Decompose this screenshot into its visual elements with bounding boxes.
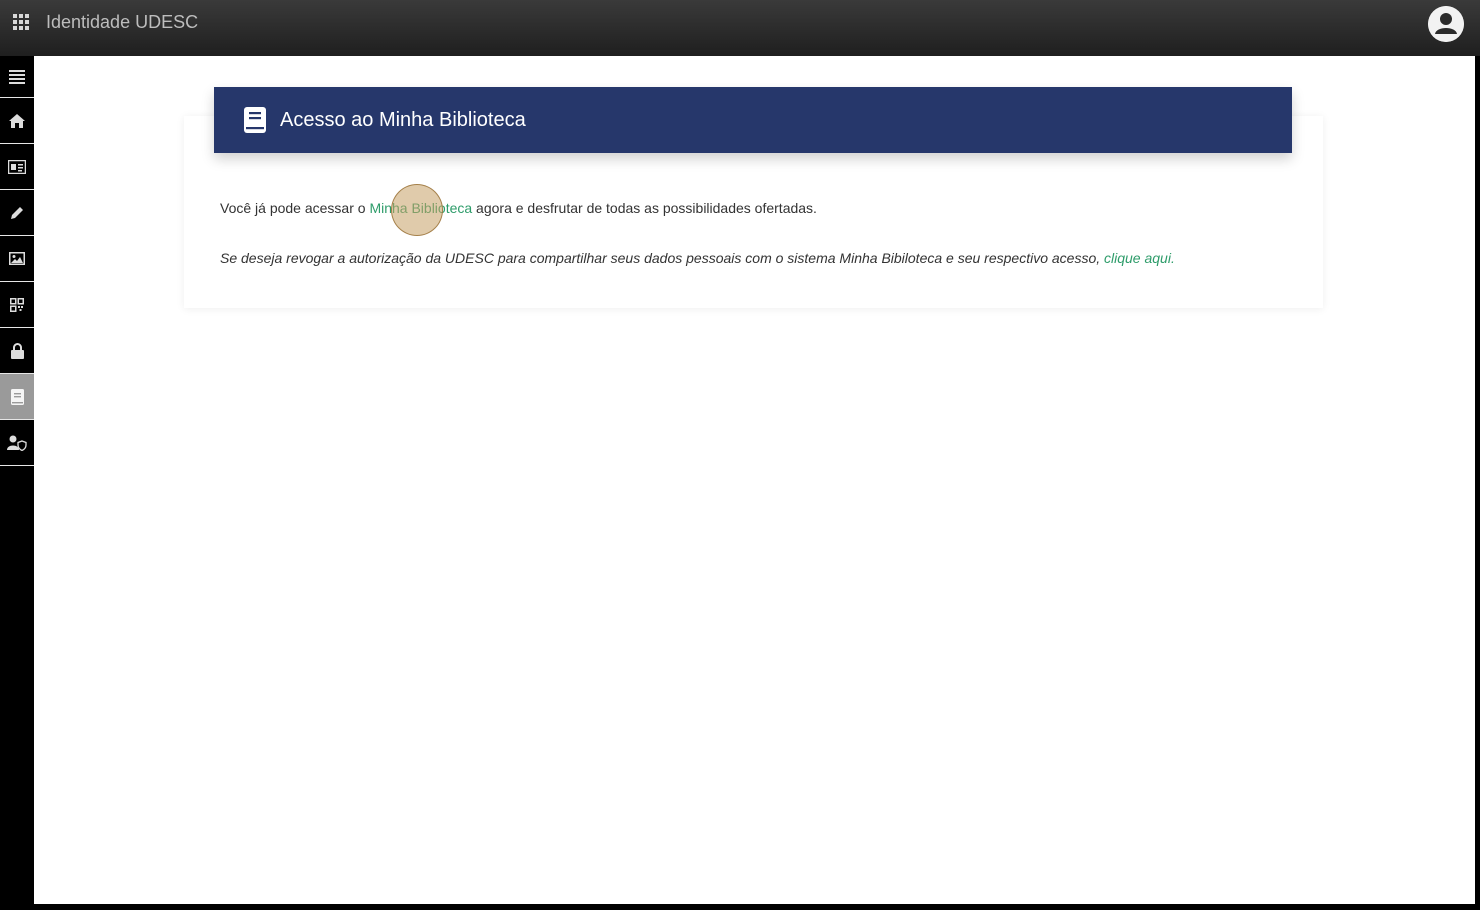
sidebar-item-home[interactable] xyxy=(0,98,34,144)
card-header: Acesso ao Minha Biblioteca xyxy=(214,87,1292,153)
top-bar: Identidade UDESC xyxy=(0,0,1480,56)
sidebar-item-security[interactable] xyxy=(0,328,34,374)
sidebar xyxy=(0,56,34,910)
apps-grid-icon[interactable] xyxy=(0,6,42,50)
sidebar-item-qr[interactable] xyxy=(0,282,34,328)
click-indicator xyxy=(391,184,443,236)
home-icon xyxy=(9,113,25,128)
card-title: Acesso ao Minha Biblioteca xyxy=(280,108,526,131)
lock-icon xyxy=(10,342,24,359)
sidebar-item-menu[interactable] xyxy=(0,56,34,98)
revoke-message-text: Se deseja revogar a autorização da UDESC… xyxy=(220,250,1105,266)
revoke-message: Se deseja revogar a autorização da UDESC… xyxy=(220,250,1175,266)
id-card-icon xyxy=(8,159,26,174)
sidebar-item-photo[interactable] xyxy=(0,236,34,282)
sidebar-item-library[interactable] xyxy=(0,374,34,420)
main-content: Acesso ao Minha Biblioteca Você já pode … xyxy=(34,56,1475,904)
sidebar-item-edit[interactable] xyxy=(0,190,34,236)
access-message-text-after: agora e desfrutar de todas as possibilid… xyxy=(472,200,817,216)
sidebar-item-id-card[interactable] xyxy=(0,144,34,190)
qr-code-icon xyxy=(10,297,24,312)
sidebar-item-privacy[interactable] xyxy=(0,420,34,466)
user-shield-icon xyxy=(7,435,27,451)
app-title: Identidade UDESC xyxy=(46,11,199,32)
list-icon xyxy=(9,69,25,84)
image-icon xyxy=(9,252,25,265)
window-edge-bottom xyxy=(34,904,1480,910)
book-icon xyxy=(10,388,24,405)
pencil-icon xyxy=(11,206,23,219)
window-edge-right xyxy=(1475,56,1480,910)
revoke-link[interactable]: clique aqui. xyxy=(1104,250,1175,266)
user-avatar-icon[interactable] xyxy=(1428,6,1464,42)
access-message: Você já pode acessar o Minha Biblioteca … xyxy=(220,200,817,216)
book-icon xyxy=(244,107,266,133)
access-message-text-before: Você já pode acessar o xyxy=(220,200,370,216)
